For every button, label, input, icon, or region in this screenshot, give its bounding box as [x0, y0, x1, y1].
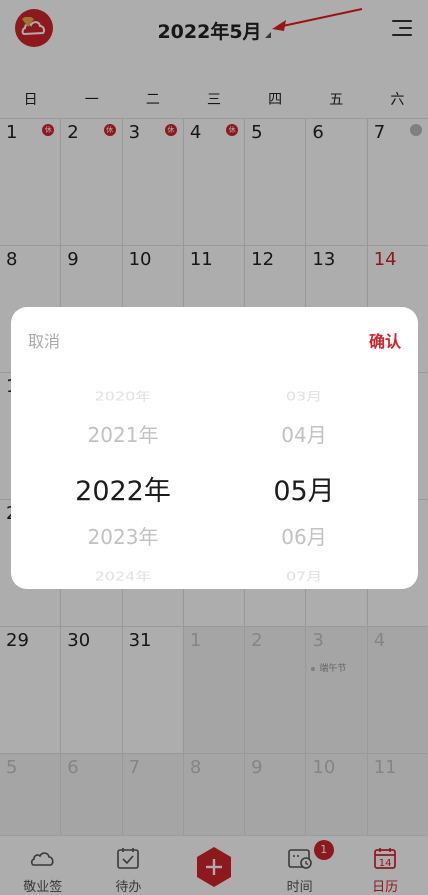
month-option[interactable]: 04月 — [214, 419, 394, 448]
year-wheel[interactable]: 2020年 2021年 2022年 2023年 2024年 — [33, 377, 213, 585]
year-option[interactable]: 2020年 — [33, 386, 213, 404]
month-option[interactable]: 03月 — [214, 386, 394, 404]
confirm-button[interactable]: 确认 — [369, 328, 401, 352]
month-wheel[interactable]: 03月 04月 05月 06月 07月 — [214, 377, 394, 585]
cancel-button[interactable]: 取消 — [28, 328, 60, 352]
year-option[interactable]: 2021年 — [33, 419, 213, 448]
year-option[interactable]: 2023年 — [33, 521, 213, 550]
year-option[interactable]: 2024年 — [33, 566, 213, 584]
month-option[interactable]: 07月 — [214, 566, 394, 584]
month-selected[interactable]: 05月 — [214, 469, 394, 508]
year-selected[interactable]: 2022年 — [33, 469, 213, 508]
month-option[interactable]: 06月 — [214, 521, 394, 550]
date-picker-dialog: 取消 确认 2020年 2021年 2022年 2023年 2024年 03月 04月 05… — [11, 307, 418, 589]
